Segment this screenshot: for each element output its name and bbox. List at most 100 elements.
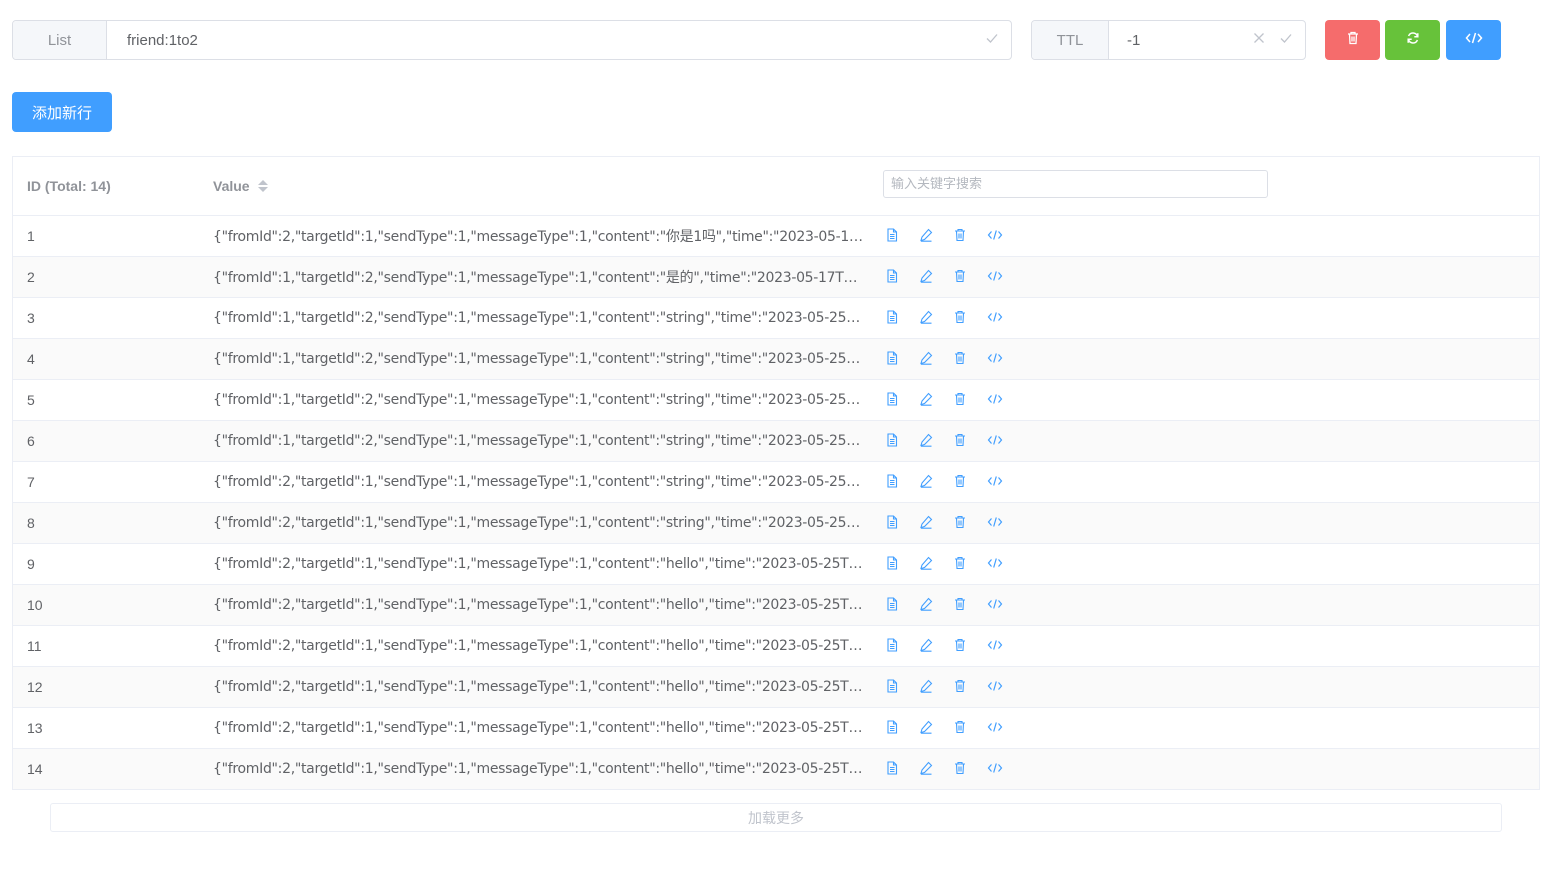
edit-button[interactable] <box>919 720 935 736</box>
edit-button[interactable] <box>919 433 935 449</box>
row-actions <box>885 228 1003 244</box>
table-row: 12 {"fromId":2,"targetId":1,"sendType":1,… <box>13 667 1539 708</box>
dump-button[interactable] <box>987 392 1003 408</box>
view-button[interactable] <box>885 597 901 613</box>
delete-button[interactable] <box>953 433 969 449</box>
table-row: 10 {"fromId":2,"targetId":1,"sendType":1,… <box>13 585 1539 626</box>
row-actions <box>885 761 1003 777</box>
edit-button[interactable] <box>919 310 935 326</box>
edit-button[interactable] <box>919 679 935 695</box>
delete-button[interactable] <box>953 761 969 777</box>
refresh-icon <box>1406 31 1420 50</box>
delete-button[interactable] <box>953 310 969 326</box>
delete-icon <box>1346 31 1360 50</box>
row-value: {"fromId":2,"targetId":1,"sendType":1,"m… <box>213 597 863 613</box>
delete-button[interactable] <box>953 269 969 285</box>
row-id: 12 <box>27 679 43 695</box>
row-id: 5 <box>27 392 35 408</box>
delete-icon <box>953 351 969 367</box>
table-row: 2 {"fromId":1,"targetId":2,"sendType":1,"… <box>13 257 1539 298</box>
delete-button[interactable] <box>953 679 969 695</box>
view-button[interactable] <box>885 351 901 367</box>
document-icon <box>885 310 901 326</box>
row-id: 9 <box>27 556 35 572</box>
column-header-value[interactable]: Value <box>213 178 268 194</box>
dump-button[interactable] <box>987 556 1003 572</box>
delete-button[interactable] <box>953 638 969 654</box>
view-button[interactable] <box>885 392 901 408</box>
view-button[interactable] <box>885 310 901 326</box>
table-row: 3 {"fromId":1,"targetId":2,"sendType":1,"… <box>13 298 1539 339</box>
edit-button[interactable] <box>919 515 935 531</box>
document-icon <box>885 433 901 449</box>
dump-button[interactable] <box>987 679 1003 695</box>
dump-button[interactable] <box>987 638 1003 654</box>
dump-button[interactable] <box>987 228 1003 244</box>
view-button[interactable] <box>885 474 901 490</box>
view-button[interactable] <box>885 761 901 777</box>
edit-button[interactable] <box>919 556 935 572</box>
table-row: 11 {"fromId":2,"targetId":1,"sendType":1,… <box>13 626 1539 667</box>
edit-button[interactable] <box>919 351 935 367</box>
view-button[interactable] <box>885 556 901 572</box>
dump-button[interactable] <box>987 474 1003 490</box>
code-icon <box>987 638 1003 654</box>
view-button[interactable] <box>885 679 901 695</box>
dump-button[interactable] <box>987 720 1003 736</box>
edit-icon <box>919 515 935 531</box>
document-icon <box>885 392 901 408</box>
confirm-key-icon[interactable] <box>985 31 999 50</box>
view-button[interactable] <box>885 720 901 736</box>
delete-button[interactable] <box>953 597 969 613</box>
edit-button[interactable] <box>919 638 935 654</box>
edit-icon <box>919 392 935 408</box>
edit-button[interactable] <box>919 269 935 285</box>
edit-button[interactable] <box>919 474 935 490</box>
clear-ttl-icon[interactable] <box>1253 31 1265 49</box>
document-icon <box>885 597 901 613</box>
document-icon <box>885 228 901 244</box>
view-button[interactable] <box>885 269 901 285</box>
search-input[interactable] <box>883 170 1268 198</box>
delete-button[interactable] <box>953 392 969 408</box>
delete-button[interactable] <box>953 474 969 490</box>
dump-button[interactable] <box>987 351 1003 367</box>
refresh-button[interactable] <box>1385 20 1440 60</box>
dump-button[interactable] <box>987 597 1003 613</box>
delete-button[interactable] <box>953 351 969 367</box>
dump-button[interactable] <box>987 269 1003 285</box>
edit-button[interactable] <box>919 228 935 244</box>
dump-button[interactable] <box>987 433 1003 449</box>
dump-button[interactable] <box>987 310 1003 326</box>
add-row-button[interactable]: 添加新行 <box>12 92 112 132</box>
view-button[interactable] <box>885 228 901 244</box>
delete-button[interactable] <box>953 228 969 244</box>
code-icon <box>987 392 1003 408</box>
dump-command-button[interactable] <box>1446 20 1501 60</box>
edit-button[interactable] <box>919 597 935 613</box>
row-id: 2 <box>27 269 35 285</box>
view-button[interactable] <box>885 433 901 449</box>
view-button[interactable] <box>885 638 901 654</box>
view-button[interactable] <box>885 515 901 531</box>
key-name-field[interactable]: friend:1to2 <box>107 21 985 59</box>
sort-caret-icon[interactable] <box>257 180 268 192</box>
row-id: 10 <box>27 597 43 613</box>
delete-button[interactable] <box>953 556 969 572</box>
row-actions <box>885 351 1003 367</box>
load-more-button[interactable]: 加载更多 <box>50 803 1502 832</box>
ttl-field[interactable]: -1 <box>1109 21 1253 59</box>
dump-button[interactable] <box>987 761 1003 777</box>
delete-icon <box>953 761 969 777</box>
document-icon <box>885 515 901 531</box>
delete-button[interactable] <box>953 720 969 736</box>
delete-button[interactable] <box>953 515 969 531</box>
code-icon <box>987 556 1003 572</box>
delete-key-button[interactable] <box>1325 20 1380 60</box>
row-actions <box>885 433 1003 449</box>
dump-button[interactable] <box>987 515 1003 531</box>
edit-button[interactable] <box>919 392 935 408</box>
confirm-ttl-icon[interactable] <box>1279 31 1293 50</box>
row-value: {"fromId":1,"targetId":2,"sendType":1,"m… <box>213 310 863 326</box>
edit-button[interactable] <box>919 761 935 777</box>
